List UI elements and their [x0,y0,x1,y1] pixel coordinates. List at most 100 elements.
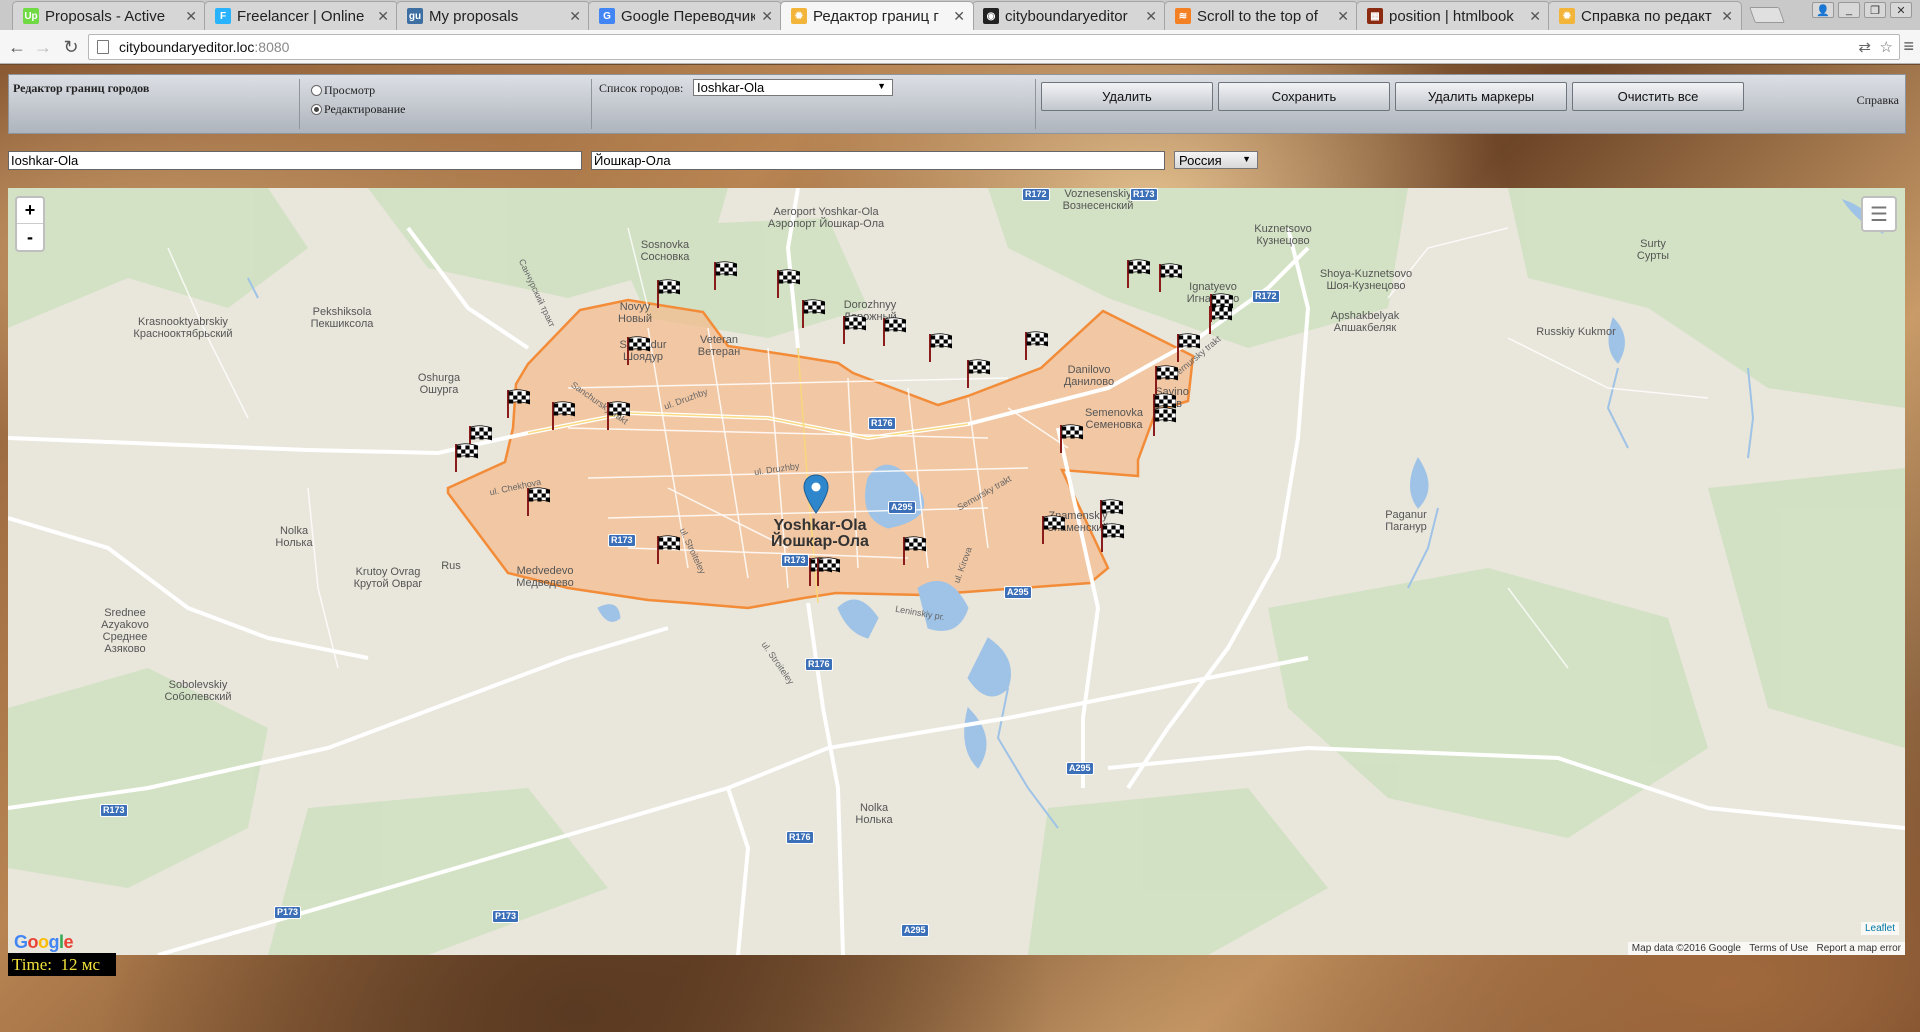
zoom-out-button[interactable]: - [17,224,43,250]
browser-tab[interactable]: ◉ cityboundaryeditor ✕ [972,1,1166,30]
tab-close-icon[interactable]: ✕ [1145,8,1157,25]
zoom-in-button[interactable]: + [17,198,43,224]
tab-close-icon[interactable]: ✕ [761,8,773,25]
browser-tab[interactable]: ≋ Scroll to the top of ✕ [1164,1,1358,30]
road-shield: A295 [1004,586,1032,599]
radio-dot[interactable] [311,85,322,96]
checkered-flag-marker-icon[interactable] [656,278,680,310]
checkered-flag-marker-icon[interactable] [656,534,680,566]
browser-tab[interactable]: ✹ Справка по редакт ✕ [1548,1,1742,30]
mode-view-label: Просмотр [324,83,376,97]
tab-close-icon[interactable]: ✕ [185,8,197,25]
checkered-flag-marker-icon[interactable] [551,400,575,432]
translate-page-icon[interactable]: ⇄ [1858,38,1871,56]
divider [299,79,300,129]
address-bar[interactable]: cityboundaryeditor.loc:8080 ⇄ ☆ [88,34,1900,60]
leaflet-attribution[interactable]: Leaflet [1860,922,1899,935]
tab-close-icon[interactable]: ✕ [569,8,581,25]
browser-tab[interactable]: gu My proposals ✕ [396,1,590,30]
browser-tab[interactable]: G Google Переводчик ✕ [588,1,782,30]
checkered-flag-marker-icon[interactable] [776,268,800,300]
close-window-icon[interactable]: ✕ [1890,2,1912,18]
checkered-flag-marker-icon[interactable] [928,332,952,364]
tab-label: Google Переводчик [621,7,756,25]
restore-icon[interactable]: ❐ [1864,2,1886,18]
app-header-panel: Редактор границ городов Просмотр Редакти… [8,74,1906,134]
browser-menu-icon[interactable]: ≡ [1903,36,1914,57]
country-select[interactable]: Россия ▼ [1174,151,1258,169]
checkered-flag-marker-icon[interactable] [1059,423,1083,455]
road-shield: R172 [1252,290,1280,303]
delete-button[interactable]: Удалить [1041,82,1213,111]
road-shield: P173 [492,910,520,923]
place-label: Danilovo Данилово [1063,364,1115,388]
upwork-icon: Up [23,8,39,24]
checkered-flag-marker-icon[interactable] [626,335,650,367]
tab-label: Scroll to the top of [1197,7,1318,25]
checkered-flag-marker-icon[interactable] [1041,514,1065,546]
save-button[interactable]: Сохранить [1218,82,1390,111]
checkered-flag-marker-icon[interactable] [801,298,825,330]
chevron-down-icon: ▼ [877,81,886,91]
back-icon[interactable]: ← [6,36,28,58]
name-local-input[interactable]: Йошкар-Ола [591,151,1165,170]
browser-tab[interactable]: ▦ position | htmlbook ✕ [1356,1,1550,30]
checkered-flag-marker-icon[interactable] [1158,262,1182,294]
checkered-flag-marker-icon[interactable] [1024,330,1048,362]
clear-all-button[interactable]: Очистить все [1572,82,1744,111]
place-label: Aeroport Yoshkar-Ola Аэропорт Йошкар-Ола [767,206,885,230]
checkered-flag-marker-icon[interactable] [1176,332,1200,364]
checkered-flag-marker-icon[interactable] [506,388,530,420]
tab-close-icon[interactable]: ✕ [377,8,389,25]
tab-close-icon[interactable]: ✕ [1529,8,1541,25]
browser-tab-strip: Up Proposals - Active ✕ F Freelancer | Onlin… [0,0,1920,30]
radio-dot-checked[interactable] [311,104,322,115]
checkered-flag-marker-icon[interactable] [1209,292,1233,324]
new-tab-button[interactable] [1749,7,1785,23]
location-pin-icon[interactable] [803,474,829,514]
name-latin-input[interactable]: Ioshkar-Ola [8,151,582,170]
checkered-flag-marker-icon[interactable] [454,442,478,474]
delete-markers-button[interactable]: Удалить маркеры [1395,82,1567,111]
zoom-control: + - [15,196,45,252]
divider [591,79,592,129]
checkered-flag-marker-icon[interactable] [713,260,737,292]
browser-tab[interactable]: ✹ Редактор границ г ✕ [780,1,974,30]
tab-close-icon[interactable]: ✕ [1721,8,1733,25]
browser-tab[interactable]: F Freelancer | Online ✕ [204,1,398,30]
city-select[interactable]: Ioshkar-Ola ▼ [693,79,893,96]
help-link[interactable]: Справка [1857,93,1899,108]
report-error-link[interactable]: Report a map error [1817,943,1901,954]
checkered-flag-marker-icon[interactable] [816,556,840,588]
profile-icon[interactable]: 👤 [1812,2,1834,18]
loading-icon: ✹ [1559,8,1575,24]
road-shield: A295 [901,924,929,937]
checkered-flag-marker-icon[interactable] [966,358,990,390]
country-select-value: Россия [1179,152,1222,168]
place-label: Voznesenskiy Вознесенский [1062,188,1134,212]
road-shield: A295 [1066,762,1094,775]
checkered-flag-marker-icon[interactable] [1152,406,1176,438]
tab-close-icon[interactable]: ✕ [1337,8,1349,25]
browser-tab[interactable]: Up Proposals - Active ✕ [12,1,206,30]
forward-icon[interactable]: → [32,36,54,58]
map-view[interactable]: Aeroport Yoshkar-Ola Аэропорт Йошкар-Ола … [8,188,1905,955]
map-data-credit: Map data ©2016 Google [1631,943,1741,954]
minimize-icon[interactable]: _ [1838,2,1860,18]
checkered-flag-marker-icon[interactable] [842,314,866,346]
checkered-flag-marker-icon[interactable] [1100,522,1124,554]
bookmark-star-icon[interactable]: ☆ [1880,38,1893,56]
terms-link[interactable]: Terms of Use [1749,943,1808,954]
tab-close-icon[interactable]: ✕ [953,8,965,25]
mode-view-radio[interactable]: Просмотр [311,83,375,98]
checkered-flag-marker-icon[interactable] [1126,258,1150,290]
checkered-flag-marker-icon[interactable] [606,400,630,432]
reload-icon[interactable]: ↻ [60,36,82,58]
checkered-flag-marker-icon[interactable] [902,535,926,567]
mode-edit-radio[interactable]: Редактирование [311,102,405,117]
tab-label: position | htmlbook [1389,7,1514,25]
layers-icon[interactable]: ☰ [1861,196,1897,232]
road-shield: A295 [888,501,916,514]
checkered-flag-marker-icon[interactable] [526,486,550,518]
checkered-flag-marker-icon[interactable] [882,316,906,348]
